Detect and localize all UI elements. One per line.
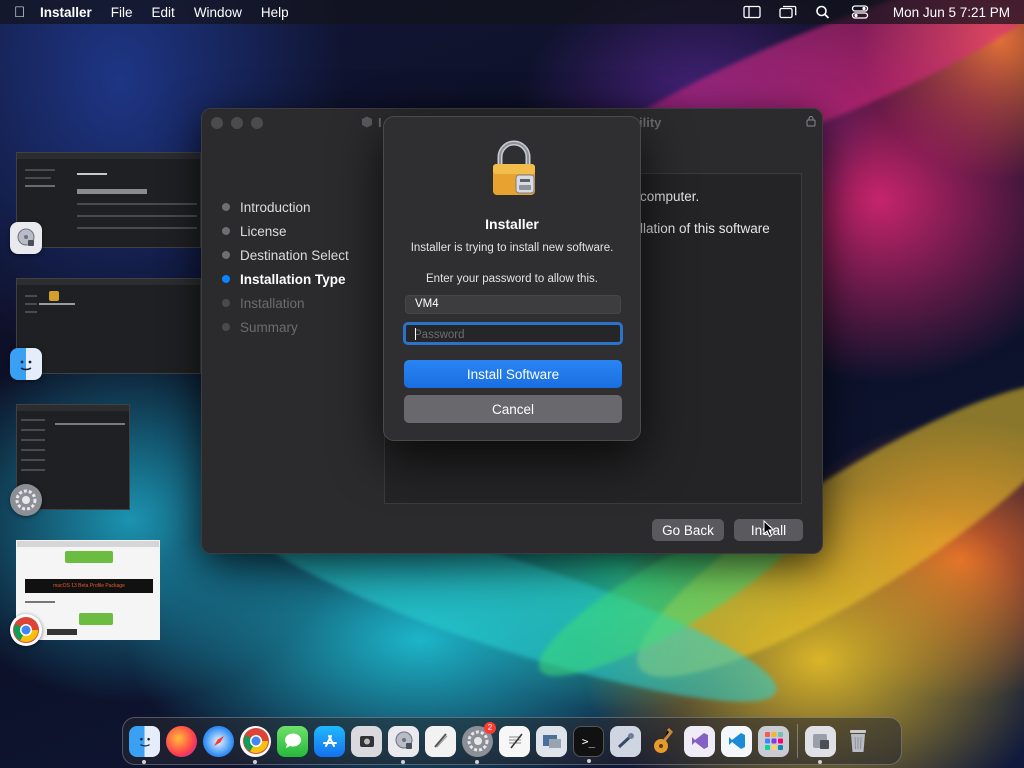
step-label: License (240, 223, 287, 239)
minimize-button[interactable] (231, 117, 243, 129)
system-settings-icon (10, 484, 42, 516)
content-text-line2: llation of this software (640, 221, 770, 236)
dock-system-settings-icon[interactable]: 2 (462, 721, 496, 764)
window-title-right: ility (639, 115, 662, 130)
zoom-button[interactable] (251, 117, 263, 129)
go-back-button[interactable]: Go Back (652, 519, 724, 541)
window-stack-icon[interactable] (779, 5, 797, 19)
close-button[interactable] (211, 117, 223, 129)
menu-app-name[interactable]: Installer (40, 5, 92, 20)
dock-launchpad-icon[interactable] (758, 725, 789, 757)
search-icon[interactable] (815, 5, 833, 19)
menu-bar:  Installer File Edit Window Help Mon Ju… (0, 0, 1024, 24)
window-thumbnail-finder[interactable] (16, 278, 201, 374)
dock-firefox-icon[interactable] (166, 725, 197, 757)
dialog-prompt: Enter your password to allow this. (426, 273, 598, 285)
menu-edit[interactable]: Edit (152, 5, 175, 20)
notification-badge: 2 (484, 721, 496, 734)
dock-screenshot-icon[interactable] (351, 725, 382, 757)
step-label: Summary (240, 319, 298, 335)
sidebar-icon[interactable] (743, 5, 761, 19)
step-label: Installation (240, 295, 305, 311)
padlock-icon (493, 140, 535, 195)
finder-icon (10, 348, 42, 380)
step-installation-type: Installation Type (222, 267, 349, 291)
lock-icon (806, 116, 816, 127)
text-caret (415, 328, 416, 340)
menubar-clock[interactable]: Mon Jun 5 7:21 PM (893, 5, 1010, 20)
mouse-cursor-icon (763, 520, 775, 538)
dock-chrome-icon[interactable] (240, 725, 271, 764)
content-text-line1: computer. (640, 189, 700, 204)
dock-visual-studio-icon[interactable] (684, 725, 715, 757)
dock-disk-utility-icon[interactable] (388, 725, 419, 764)
username-field[interactable]: VM4 (405, 295, 621, 314)
menu-file[interactable]: File (111, 5, 133, 20)
step-label: Installation Type (240, 271, 346, 287)
package-icon (362, 116, 372, 128)
dock-terminal-icon[interactable]: >_ (573, 725, 604, 763)
dock-messages-icon[interactable] (277, 725, 308, 757)
install-software-button[interactable]: Install Software (404, 360, 622, 388)
step-summary: Summary (222, 315, 349, 339)
dock-preview-icon[interactable] (536, 725, 567, 757)
dock-trash-icon[interactable] (842, 726, 873, 757)
disk-utility-icon (10, 222, 42, 254)
installer-steps-list: Introduction License Destination Select … (222, 195, 349, 339)
step-destination-select: Destination Select (222, 243, 349, 267)
dock-xcode-tools-icon[interactable] (610, 725, 641, 757)
chrome-icon (10, 614, 42, 646)
dock-app-store-icon[interactable] (314, 725, 345, 757)
password-field-wrapper (403, 322, 623, 345)
menu-help[interactable]: Help (261, 5, 289, 20)
step-installation: Installation (222, 291, 349, 315)
dock-installer-icon[interactable] (805, 725, 836, 764)
menu-window[interactable]: Window (194, 5, 242, 20)
dock-vscode-icon[interactable] (721, 725, 752, 757)
dock-textedit-icon[interactable] (499, 725, 530, 757)
dock: 2 >_ (122, 717, 902, 765)
dialog-message: Installer is trying to install new softw… (410, 242, 614, 254)
authentication-dialog: Installer Installer is trying to install… (383, 116, 641, 441)
window-title-left: I (378, 115, 382, 130)
step-license: License (222, 219, 349, 243)
window-thumbnail-disk-utility[interactable] (16, 152, 201, 248)
step-label: Destination Select (240, 247, 349, 263)
step-label: Introduction (240, 199, 311, 215)
dock-safari-icon[interactable] (203, 725, 234, 757)
apple-menu-icon[interactable]:  (14, 4, 40, 21)
step-introduction: Introduction (222, 195, 349, 219)
thumb-banner: macOS 13 Beta Profile Package (25, 579, 153, 593)
control-center-icon[interactable] (851, 5, 869, 19)
dock-finder-icon[interactable] (129, 725, 160, 764)
dock-garageband-icon[interactable] (647, 726, 678, 757)
dock-separator (797, 724, 798, 758)
dock-script-editor-icon[interactable] (425, 725, 456, 757)
dialog-title: Installer (485, 216, 539, 232)
password-input[interactable] (406, 326, 620, 344)
cancel-button[interactable]: Cancel (404, 395, 622, 423)
